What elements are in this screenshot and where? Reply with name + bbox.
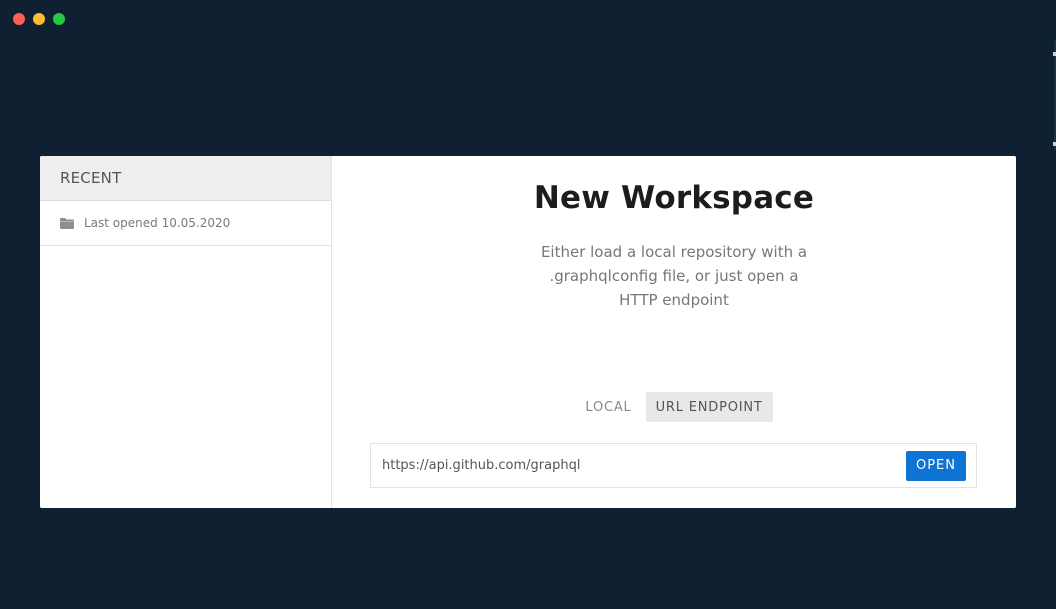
window-controls (13, 13, 65, 25)
minimize-window-button[interactable] (33, 13, 45, 25)
folder-icon (60, 217, 74, 229)
page-title: New Workspace (533, 180, 815, 216)
workspace-dialog: RECENT Last opened 10.05.2020 New Worksp… (40, 156, 1016, 508)
recent-item[interactable]: Last opened 10.05.2020 (40, 201, 331, 246)
close-window-button[interactable] (13, 13, 25, 25)
page-subtitle: Either load a local repository with a .g… (540, 243, 808, 309)
recent-item-label: Last opened 10.05.2020 (84, 216, 231, 230)
recent-sidebar: RECENT Last opened 10.05.2020 (40, 156, 332, 508)
open-button[interactable]: OPEN (905, 450, 966, 481)
url-endpoint-input[interactable] (371, 443, 906, 488)
maximize-window-button[interactable] (53, 13, 65, 25)
recent-header: RECENT (40, 156, 331, 201)
tab-local[interactable]: LOCAL (575, 392, 641, 422)
main-panel: New Workspace Either load a local reposi… (332, 156, 1016, 508)
mode-tabs: LOCAL URL ENDPOINT (332, 392, 1016, 422)
tab-url-endpoint[interactable]: URL ENDPOINT (645, 392, 773, 422)
url-endpoint-box: OPEN (370, 443, 977, 488)
